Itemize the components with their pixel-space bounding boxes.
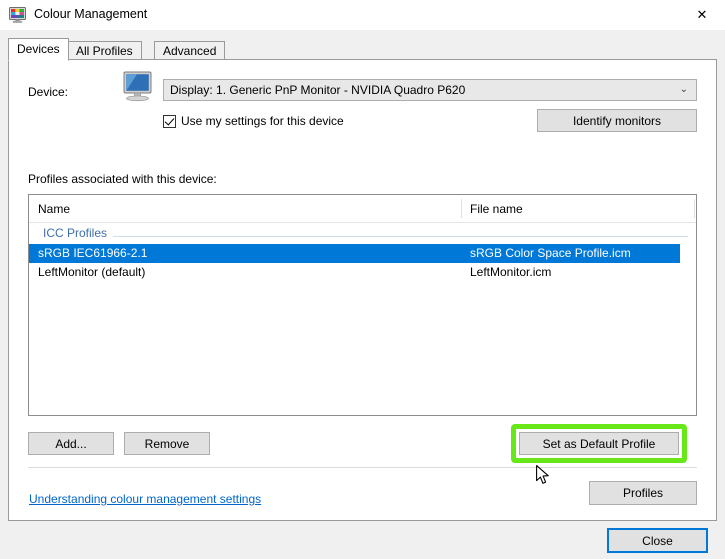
profile-file-name: LeftMonitor.icm [470,265,552,279]
tab-devices[interactable]: Devices [8,38,69,61]
column-header-name[interactable]: Name [38,202,70,216]
tab-advanced[interactable]: Advanced [154,41,226,60]
device-dropdown[interactable]: Display: 1. Generic PnP Monitor - NVIDIA… [163,79,697,101]
remove-button[interactable]: Remove [124,432,210,455]
window-title: Colour Management [34,7,148,21]
profile-file-name: sRGB Color Space Profile.icm [470,246,631,260]
list-group-icc-profiles: ICC Profiles [29,223,696,244]
profile-name: sRGB IEC61966-2.1 [38,246,148,260]
column-divider [461,199,462,218]
device-dropdown-value: Display: 1. Generic PnP Monitor - NVIDIA… [170,83,466,97]
set-as-default-profile-button[interactable]: Set as Default Profile [519,432,679,455]
use-my-settings-checkbox[interactable]: Use my settings for this device [163,113,344,129]
monitor-icon [123,71,152,102]
device-label: Device: [28,85,69,99]
chevron-down-icon: ⌄ [679,84,688,95]
table-row[interactable]: LeftMonitor (default) LeftMonitor.icm [29,263,696,282]
profiles-button[interactable]: Profiles [589,481,697,505]
table-row[interactable]: sRGB IEC61966-2.1 sRGB Color Space Profi… [29,244,680,263]
colour-management-monitor-icon [9,7,26,23]
profiles-list[interactable]: Name File name ICC Profiles sRGB IEC6196… [28,194,697,416]
close-button[interactable]: Close [607,528,708,553]
horizontal-separator [28,467,697,468]
use-my-settings-label: Use my settings for this device [181,114,344,128]
column-header-file-name[interactable]: File name [470,202,523,216]
group-separator-line [43,236,688,237]
profiles-section-label: Profiles associated with this device: [28,172,217,186]
identify-monitors-button[interactable]: Identify monitors [537,109,697,132]
window-close-icon[interactable]: ✕ [679,0,725,30]
group-label: ICC Profiles [43,226,114,240]
understanding-colour-management-link[interactable]: Understanding colour management settings [29,492,261,506]
checkbox-check-icon [163,114,176,128]
title-bar: Colour Management ✕ [0,0,725,31]
profiles-list-header: Name File name [29,195,696,223]
tab-strip: Devices All Profiles Advanced [8,38,717,61]
profile-name: LeftMonitor (default) [38,265,146,279]
column-divider [694,199,695,218]
tab-all-profiles[interactable]: All Profiles [67,41,142,60]
add-button[interactable]: Add... [28,432,114,455]
